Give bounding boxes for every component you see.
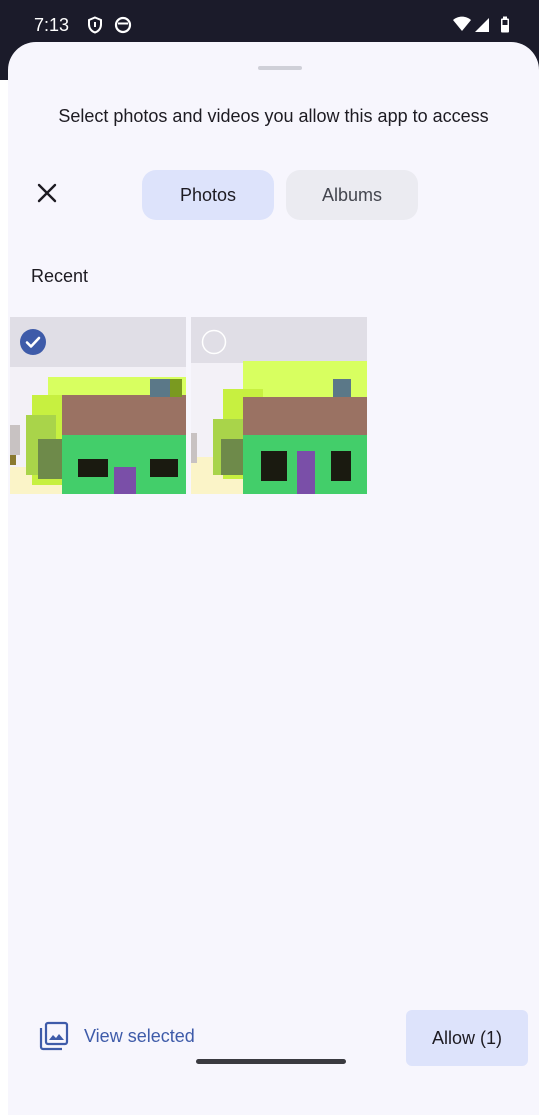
- screen: 7:13 Select photos and videos you allow …: [0, 0, 539, 1115]
- status-time: 7:13: [34, 15, 70, 35]
- tab-photos-label: Photos: [179, 184, 237, 205]
- photo-picker-sheet: Select photos and videos you allow this …: [8, 42, 539, 1115]
- unselected-radio-icon: [201, 329, 227, 355]
- photo-thumbnail-2[interactable]: [191, 317, 367, 494]
- selected-check-icon: [20, 329, 46, 355]
- allow-button[interactable]: Allow (1): [406, 1010, 528, 1066]
- section-label-recent: Recent: [31, 266, 89, 286]
- photo-thumbnail-1[interactable]: [10, 317, 186, 494]
- gesture-navigation-bar[interactable]: [196, 1059, 346, 1064]
- cell-signal-icon: [474, 16, 490, 34]
- drag-handle[interactable]: [258, 66, 302, 70]
- battery-icon: [500, 16, 510, 34]
- tab-albums[interactable]: Albums: [286, 170, 418, 220]
- tab-albums-label: Albums: [321, 184, 383, 205]
- photo-grid: [10, 317, 370, 495]
- allow-label: Allow (1): [431, 1027, 502, 1048]
- wifi-icon: [452, 16, 472, 34]
- data-saver-icon: [114, 16, 132, 34]
- view-selected-label: View selected: [84, 1025, 195, 1046]
- photo-library-icon: [38, 1020, 70, 1052]
- view-selected-button[interactable]: View selected: [38, 1016, 195, 1056]
- status-bar: 7:13: [0, 8, 539, 42]
- tab-photos[interactable]: Photos: [142, 170, 274, 220]
- sheet-title: Select photos and videos you allow this …: [58, 106, 489, 126]
- close-icon: [36, 182, 58, 209]
- close-button[interactable]: [30, 178, 64, 212]
- vpn-shield-icon: [86, 16, 104, 34]
